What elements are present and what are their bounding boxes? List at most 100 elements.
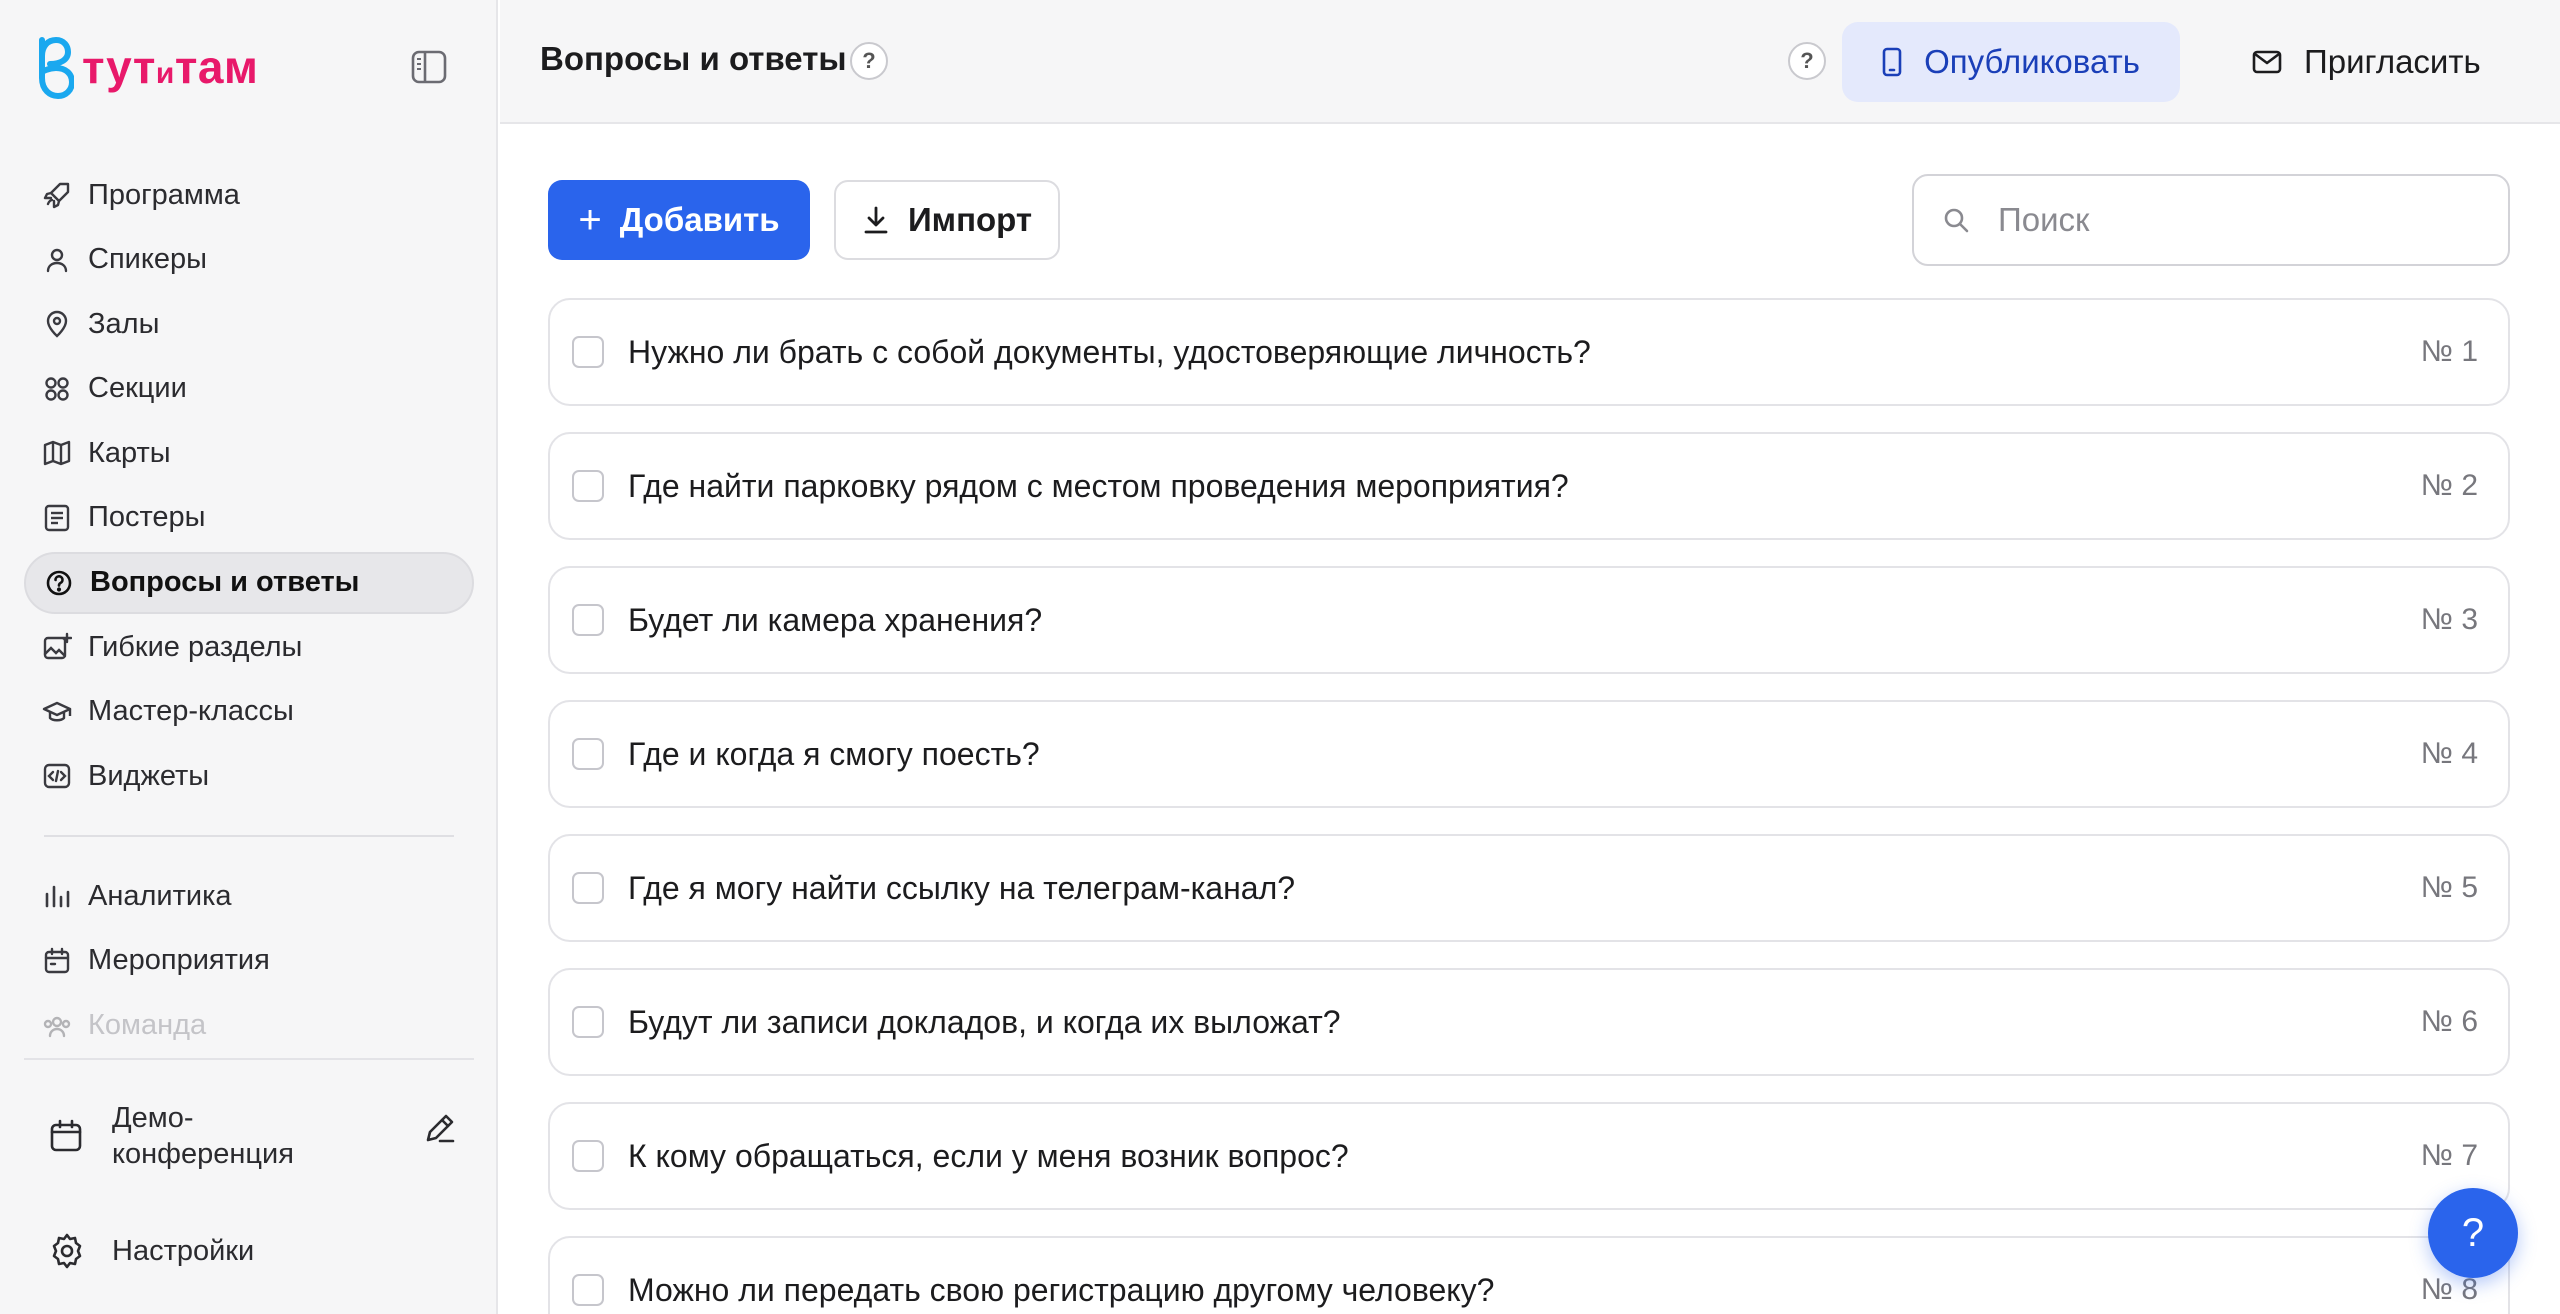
plus-icon: +: [578, 198, 602, 242]
download-icon: [864, 206, 888, 234]
faq-number: № 2: [2420, 469, 2478, 502]
brand-name-left: тут: [82, 41, 156, 93]
sidebar-item-label: Мастер-классы: [88, 695, 294, 728]
sidebar-item-label: Вопросы и ответы: [90, 566, 360, 599]
edit-icon[interactable]: [422, 1110, 458, 1146]
faq-checkbox[interactable]: [572, 470, 604, 502]
faq-number: № 6: [2420, 1005, 2478, 1038]
faq-question: Где и когда я смогу поесть?: [628, 735, 1040, 772]
help-circle-icon: [44, 568, 74, 598]
faq-question: Где найти парковку рядом с местом провед…: [628, 467, 1569, 504]
invite-label: Пригласить: [2304, 43, 2481, 80]
faq-checkbox[interactable]: [572, 738, 604, 770]
graduation-cap-icon: [42, 697, 72, 727]
map-pin-icon: [42, 309, 72, 339]
publish-help-icon[interactable]: ?: [1788, 42, 1826, 80]
search-icon: [1944, 208, 1969, 233]
faq-checkbox[interactable]: [572, 1274, 604, 1306]
faq-number: № 5: [2420, 871, 2478, 904]
sidebar-item-label: Мероприятия: [88, 944, 270, 977]
faq-question: Нужно ли брать с собой документы, удосто…: [628, 333, 1591, 370]
publish-button[interactable]: Опубликовать: [1842, 22, 2180, 102]
sidebar-item-label: Виджеты: [88, 759, 210, 792]
sidebar-item-widgets[interactable]: Виджеты: [24, 745, 474, 807]
rocket-icon: [42, 180, 72, 210]
sidebar-item-events[interactable]: Мероприятия: [24, 930, 474, 992]
publish-label: Опубликовать: [1924, 43, 2140, 80]
faq-item[interactable]: Можно ли передать свою регистрацию друго…: [548, 1236, 2510, 1314]
faq-checkbox[interactable]: [572, 604, 604, 636]
faq-checkbox[interactable]: [572, 1140, 604, 1172]
faq-question: Будут ли записи докладов, и когда их выл…: [628, 1003, 1341, 1040]
faq-checkbox[interactable]: [572, 1006, 604, 1038]
main-content: + Добавить Импорт Нужно ли брать с собой…: [500, 126, 2560, 1314]
sidebar-item-flexible-sections[interactable]: Гибкие разделы: [24, 616, 474, 678]
nav-divider: [44, 835, 454, 838]
sidebar-item-label: Залы: [88, 307, 160, 340]
faq-checkbox[interactable]: [572, 872, 604, 904]
faq-item[interactable]: Будут ли записи докладов, и когда их выл…: [548, 968, 2510, 1076]
sidebar-item-team[interactable]: Команда: [24, 995, 474, 1057]
sidebar-item-label: Программа: [88, 178, 240, 211]
faq-question: К кому обращаться, если у меня возник во…: [628, 1137, 1349, 1174]
poster-icon: [42, 503, 72, 533]
sidebar-item-halls[interactable]: Залы: [24, 293, 474, 355]
faq-item[interactable]: Нужно ли брать с собой документы, удосто…: [548, 298, 2510, 406]
help-badge-text: ?: [1800, 48, 1814, 73]
faq-question: Будет ли камера хранения?: [628, 601, 1043, 638]
image-plus-icon: [42, 632, 72, 662]
sidebar-item-label: Секции: [88, 372, 187, 405]
sidebar-item-faq[interactable]: Вопросы и ответы: [24, 551, 474, 614]
search-input[interactable]: [1998, 201, 2478, 239]
sidebar-item-sections[interactable]: Секции: [24, 358, 474, 420]
search-box[interactable]: [1912, 174, 2510, 266]
sidebar-item-posters[interactable]: Постеры: [24, 487, 474, 549]
logo-mark-icon: [39, 36, 74, 100]
sidebar-divider: [24, 1058, 474, 1060]
page-title: Вопросы и ответы: [540, 40, 847, 77]
help-badge-text: ?: [862, 48, 876, 73]
sidebar-item-label: Аналитика: [88, 879, 232, 912]
bar-chart-icon: [42, 881, 72, 911]
faq-item[interactable]: Где и когда я смогу поесть? № 4: [548, 700, 2510, 808]
sidebar-item-label: Карты: [88, 436, 171, 469]
gear-icon: [52, 1233, 82, 1269]
sidebar-toggle-icon: [411, 50, 447, 84]
settings-label: Настройки: [112, 1234, 255, 1267]
help-chat-button[interactable]: ?: [2428, 1188, 2518, 1278]
add-label: Добавить: [619, 201, 780, 238]
import-label: Импорт: [907, 201, 1033, 238]
event-name: Демо-конференция: [112, 1102, 294, 1170]
current-event[interactable]: Демо-конференция: [48, 1100, 458, 1172]
faq-question: Где я могу найти ссылку на телеграм-кана…: [628, 869, 1296, 906]
sidebar: тутитам Программа Спикеры Залы Секции Ка…: [0, 0, 498, 1314]
faq-number: № 1: [2420, 335, 2478, 368]
add-question-button[interactable]: + Добавить: [548, 180, 810, 260]
user-icon: [42, 245, 72, 275]
sidebar-item-label: Постеры: [88, 501, 206, 534]
brand-name: тутитам: [82, 44, 258, 90]
import-button[interactable]: Импорт: [834, 180, 1060, 260]
sidebar-collapse-button[interactable]: [410, 48, 448, 86]
faq-number: № 4: [2420, 737, 2478, 770]
title-help-icon[interactable]: ?: [850, 42, 888, 80]
faq-number: № 7: [2420, 1139, 2478, 1172]
map-icon: [42, 438, 72, 468]
brand-logo[interactable]: тутитам: [34, 34, 258, 100]
sidebar-item-program[interactable]: Программа: [24, 164, 474, 226]
sidebar-item-maps[interactable]: Карты: [24, 422, 474, 484]
faq-item[interactable]: Где я могу найти ссылку на телеграм-кана…: [548, 834, 2510, 942]
sidebar-item-settings[interactable]: Настройки: [48, 1232, 254, 1270]
invite-button[interactable]: Пригласить: [2252, 22, 2481, 102]
sidebar-item-speakers[interactable]: Спикеры: [24, 229, 474, 291]
sidebar-item-analytics[interactable]: Аналитика: [24, 865, 474, 927]
faq-number: № 8: [2420, 1273, 2478, 1306]
faq-item[interactable]: Будет ли камера хранения? № 3: [548, 566, 2510, 674]
faq-item[interactable]: Где найти парковку рядом с местом провед…: [548, 432, 2510, 540]
sidebar-item-masterclasses[interactable]: Мастер-классы: [24, 681, 474, 743]
sidebar-item-label: Гибкие разделы: [88, 630, 303, 663]
faq-checkbox[interactable]: [572, 336, 604, 368]
faq-question: Можно ли передать свою регистрацию друго…: [628, 1271, 1495, 1308]
topbar: Вопросы и ответы ? ? Опубликовать Пригла…: [500, 0, 2560, 124]
faq-item[interactable]: К кому обращаться, если у меня возник во…: [548, 1102, 2510, 1210]
